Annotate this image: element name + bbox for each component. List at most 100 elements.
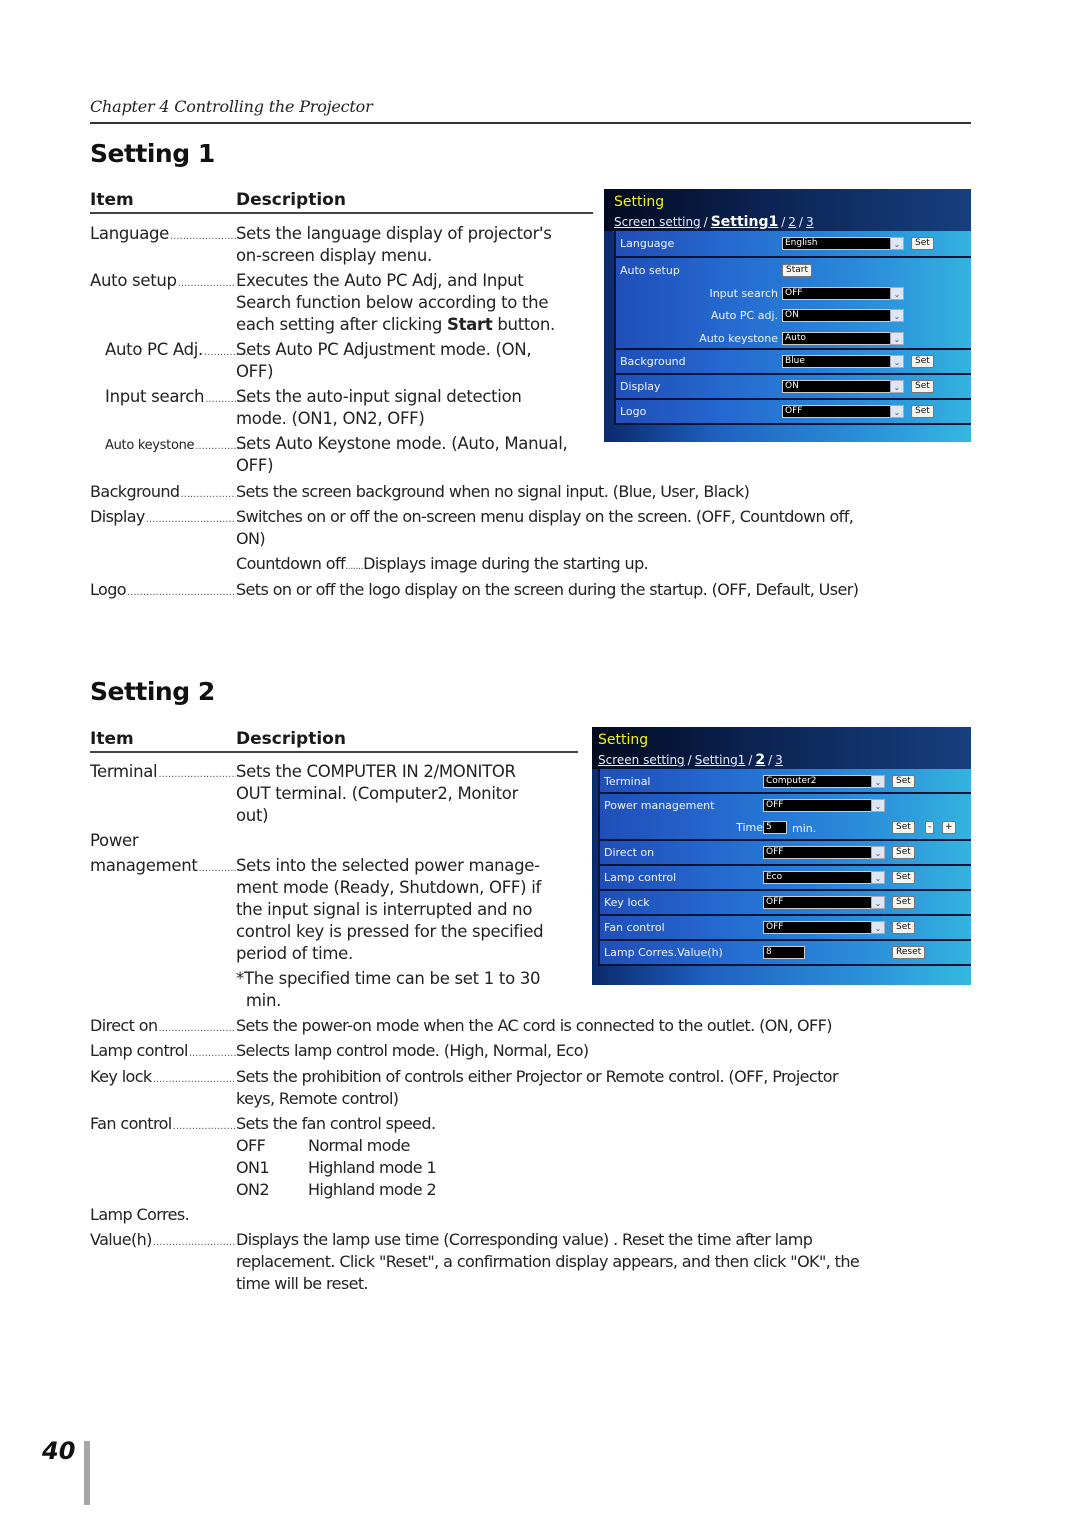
fan-control-set-button[interactable]: Set: [892, 921, 915, 934]
terminal-select[interactable]: Computer2 ⌄: [763, 775, 885, 788]
logo-select[interactable]: OFF ⌄: [782, 405, 904, 418]
dropdown-arrow-icon: ⌄: [890, 355, 904, 368]
item-label-line1: Power: [90, 831, 140, 850]
item-label: Auto PC Adj.: [105, 340, 204, 359]
item-label: Logo: [90, 580, 127, 599]
fan-mode-on1: ON1 Highland mode 1: [236, 1158, 437, 1177]
ui-row-terminal: Terminal Computer2 ⌄ Set: [600, 769, 971, 794]
item-description: Sets the power-on mode when the AC cord …: [236, 1016, 832, 1035]
item-label: Auto setup: [90, 271, 178, 290]
dropdown-arrow-icon: ⌄: [871, 799, 885, 812]
ui-row-auto-setup: Auto setup Start Input search OFF ⌄ Auto …: [616, 258, 971, 350]
terminal-set-button[interactable]: Set: [892, 775, 915, 788]
background-set-button[interactable]: Set: [911, 355, 934, 368]
ui-row-background: Background Blue ⌄ Set: [616, 350, 971, 375]
ui-row-lamp-control: Lamp control Eco ⌄ Set: [600, 866, 971, 891]
ui-row-direct-on: Direct on OFF ⌄ Set: [600, 841, 971, 866]
crumb-setting1[interactable]: Setting1: [695, 753, 746, 767]
item-description: Sets the COMPUTER IN 2/MONITOR OUT termi…: [236, 762, 519, 825]
item-label: Lamp control: [90, 1041, 189, 1060]
dropdown-arrow-icon: ⌄: [871, 896, 885, 909]
language-select[interactable]: English ⌄: [782, 237, 904, 250]
power-time-input[interactable]: 5: [763, 821, 787, 834]
auto-keystone-select[interactable]: Auto ⌄: [782, 332, 904, 345]
col-description-header: Description: [236, 190, 346, 210]
power-management-select[interactable]: OFF ⌄: [763, 799, 885, 812]
page-number-bar: [84, 1441, 90, 1505]
direct-on-select[interactable]: OFF ⌄: [763, 846, 885, 859]
ui-title: Setting: [614, 194, 665, 210]
time-increase-button[interactable]: +: [942, 821, 956, 834]
display-select[interactable]: ON ⌄: [782, 380, 904, 393]
dropdown-arrow-icon: ⌄: [871, 846, 885, 859]
ui-row-lamp-corres: Lamp Corres.Value(h) 8 Reset: [600, 941, 971, 966]
lamp-control-select[interactable]: Eco ⌄: [763, 871, 885, 884]
ui-title: Setting: [598, 732, 649, 748]
ui-breadcrumb: Screen setting / Setting1/2/3: [614, 214, 814, 230]
item-description: Sets on or off the logo display on the s…: [236, 580, 859, 599]
setting2-web-ui: Setting Screen setting / Setting1/2/3 Term…: [592, 727, 971, 985]
dropdown-arrow-icon: ⌄: [890, 405, 904, 418]
crumb-setting1[interactable]: Setting1: [711, 214, 779, 230]
section-title-setting-2: Setting 2: [90, 677, 215, 706]
dropdown-arrow-icon: ⌄: [871, 921, 885, 934]
item-description: Sets the language display of projector's…: [236, 224, 552, 265]
lamp-control-set-button[interactable]: Set: [892, 871, 915, 884]
dropdown-arrow-icon: ⌄: [890, 380, 904, 393]
table-header-2: Item Description: [90, 729, 578, 753]
auto-pc-adj-select[interactable]: ON ⌄: [782, 309, 904, 322]
item-label: Terminal: [90, 762, 159, 781]
item-label: Display: [90, 507, 146, 526]
ui-row-fan-control: Fan control OFF ⌄ Set: [600, 916, 971, 941]
dropdown-arrow-icon: ⌄: [871, 775, 885, 788]
item-label-line1: Lamp Corres.: [90, 1205, 191, 1224]
language-set-button[interactable]: Set: [911, 237, 934, 250]
power-set-button[interactable]: Set: [892, 821, 915, 834]
countdown-off-subitem: Countdown off.......Displays image durin…: [236, 554, 649, 573]
lamp-corres-reset-button[interactable]: Reset: [892, 946, 926, 959]
item-label: Fan control: [90, 1114, 173, 1133]
dropdown-arrow-icon: ⌄: [890, 332, 904, 345]
start-keyword: Start: [447, 315, 493, 334]
auto-setup-start-button[interactable]: Start: [782, 264, 812, 277]
item-label: Auto keystone: [105, 438, 196, 453]
dropdown-arrow-icon: ⌄: [871, 871, 885, 884]
item-description: Sets the auto-input signal detection mod…: [236, 387, 522, 428]
item-label: Input search: [105, 387, 206, 406]
crumb-screen-setting[interactable]: Screen setting: [598, 753, 685, 767]
crumb-3[interactable]: 3: [775, 753, 783, 767]
crumb-3[interactable]: 3: [806, 215, 814, 229]
key-lock-set-button[interactable]: Set: [892, 896, 915, 909]
ui-breadcrumb: Screen setting / Setting1/2/3: [598, 752, 783, 768]
background-select[interactable]: Blue ⌄: [782, 355, 904, 368]
display-set-button[interactable]: Set: [911, 380, 934, 393]
crumb-2[interactable]: 2: [788, 215, 796, 229]
logo-set-button[interactable]: Set: [911, 405, 934, 418]
crumb-screen-setting[interactable]: Screen setting: [614, 215, 701, 229]
item-label: Language: [90, 224, 171, 243]
item-description: Sets into the selected power manage- men…: [236, 856, 544, 1010]
time-decrease-button[interactable]: -: [925, 821, 935, 834]
item-label: Value(h): [90, 1230, 153, 1249]
ui-row-language: Language English ⌄ Set: [616, 231, 971, 258]
dropdown-arrow-icon: ⌄: [890, 287, 904, 300]
lamp-corres-value-field: 8: [763, 946, 805, 959]
item-label: management: [90, 856, 199, 875]
dropdown-arrow-icon: ⌄: [890, 237, 904, 250]
item-description: Sets the screen background when no signa…: [236, 482, 750, 501]
ui-row-logo: Logo OFF ⌄ Set: [616, 400, 971, 425]
section-title-setting-1: Setting 1: [90, 139, 215, 168]
ui-row-display: Display ON ⌄ Set: [616, 375, 971, 400]
fan-control-select[interactable]: OFF ⌄: [763, 921, 885, 934]
crumb-2[interactable]: 2: [755, 752, 765, 768]
direct-on-set-button[interactable]: Set: [892, 846, 915, 859]
header-rule: [90, 122, 971, 124]
item-description: Sets the fan control speed. OFF Normal mo…: [236, 1114, 437, 1199]
input-search-select[interactable]: OFF ⌄: [782, 287, 904, 300]
time-note: *The specified time can be set 1 to 30: [236, 969, 541, 988]
col-item-header: Item: [90, 729, 134, 749]
key-lock-select[interactable]: OFF ⌄: [763, 896, 885, 909]
setting1-web-ui: Setting Screen setting / Setting1/2/3 Lang…: [604, 189, 971, 442]
item-label: Background: [90, 482, 181, 501]
item-label: Direct on: [90, 1016, 159, 1035]
